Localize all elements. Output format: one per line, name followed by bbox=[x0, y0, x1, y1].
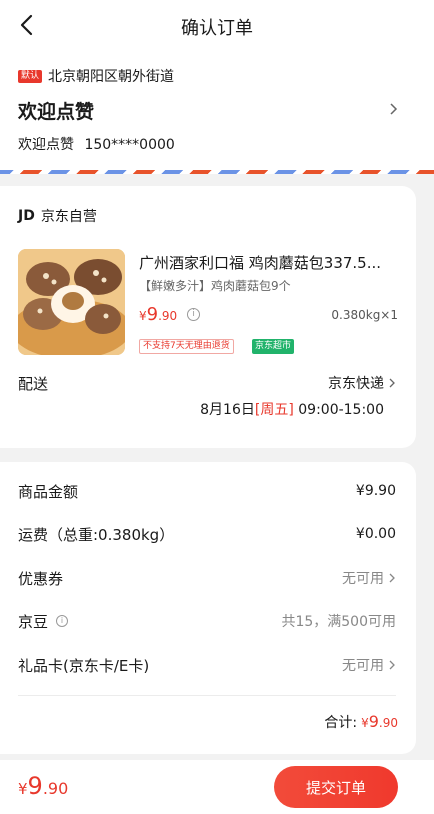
summary-row-jingdou: 京豆 i 共15，满500可用 bbox=[18, 609, 396, 633]
address-region-line: 默认 北京朝阳区朝外街道 bbox=[18, 66, 174, 86]
shipping-method[interactable]: 京东快递 bbox=[328, 373, 396, 393]
summary-label: 优惠券 bbox=[18, 569, 64, 588]
total-currency: ¥ bbox=[361, 716, 369, 730]
summary-label: 京豆 i bbox=[18, 611, 69, 632]
price-currency: ¥ bbox=[139, 309, 147, 323]
shipping-date: 8月16日 bbox=[200, 402, 255, 418]
coupon-value: 无可用 bbox=[342, 571, 384, 587]
shipping-window: 09:00-15:00 bbox=[298, 402, 384, 418]
chevron-right-icon[interactable] bbox=[388, 102, 398, 116]
summary-row-freight: 运费（总重:0.380kg） ¥0.00 bbox=[18, 522, 396, 546]
jingdou-info-icon[interactable]: i bbox=[56, 615, 69, 627]
airmail-stripe-divider bbox=[0, 170, 434, 174]
summary-value: ¥0.00 bbox=[355, 526, 396, 542]
chevron-right-icon bbox=[389, 573, 395, 583]
order-summary-card: 商品金额 ¥9.90 运费（总重:0.380kg） ¥0.00 优惠券 无可用 … bbox=[0, 462, 416, 754]
checkout-decimal: .90 bbox=[42, 779, 69, 798]
summary-value: ¥9.90 bbox=[355, 483, 396, 499]
product-title[interactable]: 广州酒家利口福 鸡肉蘑菇包337.5... bbox=[139, 252, 399, 273]
contact-name: 欢迎点赞 bbox=[18, 137, 74, 153]
price-integer: 9 bbox=[146, 304, 159, 325]
default-address-badge: 默认 bbox=[18, 69, 43, 83]
address-contact: 欢迎点赞 150****0000 bbox=[18, 134, 175, 154]
total-integer: 9 bbox=[368, 712, 379, 731]
product-image[interactable] bbox=[18, 249, 125, 355]
steamed-buns-image bbox=[18, 249, 125, 355]
summary-row-coupon[interactable]: 优惠券 无可用 bbox=[18, 566, 396, 590]
shipping-carrier: 京东快递 bbox=[328, 376, 384, 392]
product-subtitle: 【鲜嫩多汁】鸡肉蘑菇包9个 bbox=[139, 279, 291, 293]
shipping-time[interactable]: 8月16日[周五] 09:00-15:00 bbox=[200, 399, 384, 419]
checkout-price: ¥9.90 bbox=[18, 772, 68, 800]
order-total: 合计: ¥9.90 bbox=[324, 712, 398, 732]
product-price: ¥ 9 .90 i bbox=[139, 304, 201, 325]
summary-value: 共15，满500可用 bbox=[281, 614, 396, 630]
top-nav-bar: 确认订单 bbox=[0, 0, 434, 50]
giftcard-value: 无可用 bbox=[342, 658, 384, 674]
total-amount: ¥9.90 bbox=[361, 712, 398, 731]
chevron-right-icon bbox=[389, 660, 395, 670]
jingdou-label: 京豆 bbox=[18, 612, 49, 631]
checkout-bar: ¥9.90 提交订单 bbox=[0, 760, 434, 814]
address-card[interactable]: 默认 北京朝阳区朝外街道 欢迎点赞 欢迎点赞 150****0000 bbox=[0, 50, 434, 174]
total-label: 合计: bbox=[324, 715, 358, 731]
summary-label: 运费（总重:0.380kg） bbox=[18, 525, 175, 544]
summary-label: 礼品卡(京东卡/E卡) bbox=[18, 656, 150, 675]
price-info-icon[interactable]: i bbox=[187, 308, 201, 321]
no-return-tag: 不支持7天无理由退货 bbox=[139, 339, 234, 354]
page-title: 确认订单 bbox=[181, 18, 253, 39]
summary-row-giftcard[interactable]: 礼品卡(京东卡/E卡) 无可用 bbox=[18, 653, 396, 677]
summary-value: 无可用 bbox=[342, 655, 396, 675]
shipping-label: 配送 bbox=[18, 375, 49, 393]
summary-value: 无可用 bbox=[342, 568, 396, 588]
address-region: 北京朝阳区朝外街道 bbox=[48, 69, 175, 85]
checkout-integer: 9 bbox=[27, 772, 43, 800]
shop-header[interactable]: JD 京东自营 bbox=[18, 206, 97, 226]
total-decimal: .90 bbox=[378, 716, 398, 730]
summary-divider bbox=[18, 695, 396, 696]
shop-name: 京东自营 bbox=[40, 209, 97, 225]
submit-order-button[interactable]: 提交订单 bbox=[274, 766, 398, 808]
jd-logo-icon: JD bbox=[18, 208, 35, 224]
order-items-card: JD 京东自营 广州酒家利口福 鸡肉蘑菇包337.5... 【鲜嫩多汁】鸡肉蘑菇… bbox=[0, 186, 416, 448]
contact-phone: 150****0000 bbox=[84, 137, 175, 153]
jd-supermarket-tag: 京东超市 bbox=[252, 339, 295, 354]
chevron-right-icon bbox=[389, 378, 395, 388]
summary-label: 商品金额 bbox=[18, 482, 79, 501]
price-decimal: .90 bbox=[158, 309, 178, 323]
shipping-weekday: [周五] bbox=[254, 402, 294, 418]
summary-row-goods: 商品金额 ¥9.90 bbox=[18, 479, 396, 503]
product-quantity: 0.380kg×1 bbox=[331, 308, 398, 322]
checkout-currency: ¥ bbox=[18, 780, 28, 798]
address-detail: 欢迎点赞 bbox=[18, 101, 95, 123]
